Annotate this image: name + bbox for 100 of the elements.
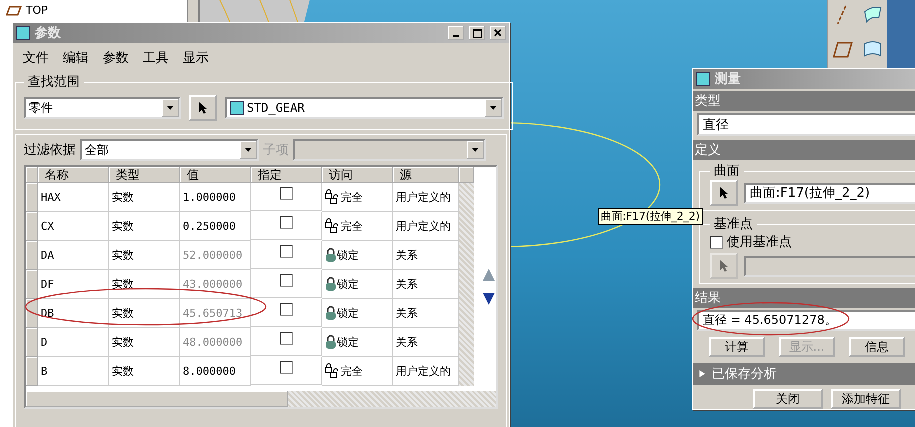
window-icon xyxy=(16,26,30,40)
menu-item[interactable]: 编辑 xyxy=(63,49,89,67)
lock-icon xyxy=(325,306,337,320)
select-button[interactable] xyxy=(710,180,738,206)
scope-dropdown[interactable]: 零件 xyxy=(24,97,181,119)
section-header: 类型 xyxy=(693,91,915,111)
filter-dropdown[interactable]: 全部 xyxy=(80,139,259,161)
checkbox[interactable] xyxy=(280,216,292,229)
surface-field[interactable]: 曲面:F17(拉伸_2_2) xyxy=(744,182,915,204)
checkbox[interactable] xyxy=(280,274,292,287)
saved-analysis-expander[interactable]: 已保存分析 xyxy=(693,363,915,385)
vertical-scrollbar[interactable] xyxy=(459,183,474,386)
table-cell: 实数 xyxy=(109,299,180,328)
table-cell: 实数 xyxy=(109,212,180,241)
table-cell: 实数 xyxy=(109,270,180,299)
table-cell: 用户定义的 xyxy=(393,212,459,241)
group-label: 曲面 xyxy=(713,163,741,180)
table-cell: 43.000000 xyxy=(180,270,251,299)
checkbox[interactable] xyxy=(280,245,292,258)
close-icon xyxy=(494,29,502,37)
move-up-icon[interactable] xyxy=(482,268,496,282)
table-cell: 用户定义的 xyxy=(393,357,459,386)
expand-triangle-icon xyxy=(699,369,706,379)
result-field: 直径 = 45.65071278。 xyxy=(697,310,915,331)
menu-item[interactable]: 文件 xyxy=(23,49,49,67)
checkbox[interactable] xyxy=(280,187,292,200)
table-cell: 实数 xyxy=(109,357,180,386)
table-cell: B xyxy=(38,357,109,386)
caret-icon xyxy=(490,106,497,110)
dialog-button[interactable]: 添加特征 xyxy=(831,389,901,409)
lock-icon xyxy=(325,248,337,262)
menu-item[interactable]: 参数 xyxy=(103,49,129,67)
column-header[interactable]: 名称 xyxy=(38,167,109,183)
table-cell: 0.250000 xyxy=(180,212,251,241)
column-header[interactable]: 类型 xyxy=(109,167,180,183)
part-icon xyxy=(230,101,244,115)
menu-item[interactable]: 工具 xyxy=(143,49,169,67)
column-header[interactable]: 指定 xyxy=(251,167,322,183)
caret-icon xyxy=(167,106,174,110)
datum-plane-icon xyxy=(6,6,22,16)
checkbox[interactable] xyxy=(280,332,292,345)
checkbox[interactable] xyxy=(280,303,292,316)
tooltip: 曲面:F17(拉伸_2_2) xyxy=(598,208,703,225)
table-cell: DF xyxy=(38,270,109,299)
menu-item[interactable]: 显示 xyxy=(183,49,209,67)
table-cell: 关系 xyxy=(393,241,459,270)
table-cell: CX xyxy=(38,212,109,241)
lock-icon xyxy=(325,277,337,291)
surface-icon[interactable] xyxy=(862,4,884,26)
model-dropdown[interactable]: STD_GEAR xyxy=(225,97,504,119)
access-text: 锁定 xyxy=(337,248,359,262)
access-text: 完全 xyxy=(341,364,363,378)
checkbox[interactable] xyxy=(710,236,723,248)
column-header[interactable]: 源 xyxy=(393,167,459,183)
access-text: 锁定 xyxy=(337,306,359,320)
table-cell: HAX xyxy=(38,183,109,212)
table-cell: 45.650713 xyxy=(180,299,251,328)
sub-item-label: 子项 xyxy=(263,142,289,159)
caret-icon xyxy=(472,148,479,152)
section-header: 定义 xyxy=(693,140,915,160)
table-cell: 1.000000 xyxy=(180,183,251,212)
group-label: 查找范围 xyxy=(27,74,81,91)
cursor-arrow-icon xyxy=(719,259,729,273)
column-header[interactable]: 访问 xyxy=(322,167,393,183)
window-title: 测量 xyxy=(715,71,742,88)
dialog-button[interactable]: 计算 xyxy=(709,337,765,357)
table-cell: 48.000000 xyxy=(180,328,251,357)
access-text: 锁定 xyxy=(337,334,359,350)
maximize-button[interactable] xyxy=(469,26,485,40)
group-label: 基准点 xyxy=(713,216,754,233)
window-title: 参数 xyxy=(35,25,62,42)
dialog-button[interactable]: 关闭 xyxy=(753,389,823,409)
access-text: 锁定 xyxy=(337,276,359,292)
move-down-icon[interactable] xyxy=(482,292,496,306)
unlocked-locks-icon xyxy=(325,363,341,379)
filter-label: 过滤依据 xyxy=(24,142,76,159)
caret-icon xyxy=(245,148,252,152)
table-cell: 关系 xyxy=(393,270,459,299)
horizontal-scrollbar[interactable] xyxy=(26,391,496,407)
close-button[interactable] xyxy=(490,26,506,40)
dialog-button[interactable]: 信息 xyxy=(849,337,905,357)
unlocked-locks-icon xyxy=(325,189,341,205)
table-cell: 实数 xyxy=(109,241,180,270)
minimize-button[interactable] xyxy=(448,26,464,40)
column-header[interactable]: 值 xyxy=(180,167,251,183)
table-cell: 实数 xyxy=(109,183,180,212)
section-header: 结果 xyxy=(693,288,915,308)
table-cell: 实数 xyxy=(109,328,180,357)
sub-item-dropdown[interactable] xyxy=(293,139,486,161)
table-cell: D xyxy=(38,328,109,357)
cursor-arrow-icon xyxy=(719,186,729,200)
unlocked-locks-icon xyxy=(325,218,341,234)
side-panel xyxy=(887,0,915,70)
select-button[interactable] xyxy=(189,95,217,121)
tree-item[interactable]: TOP xyxy=(26,4,48,17)
datum-point-field[interactable] xyxy=(744,256,915,276)
table-cell: 关系 xyxy=(393,328,459,357)
checkbox[interactable] xyxy=(280,361,292,374)
cursor-arrow-icon xyxy=(198,101,208,115)
type-field[interactable]: 直径 xyxy=(697,113,915,136)
